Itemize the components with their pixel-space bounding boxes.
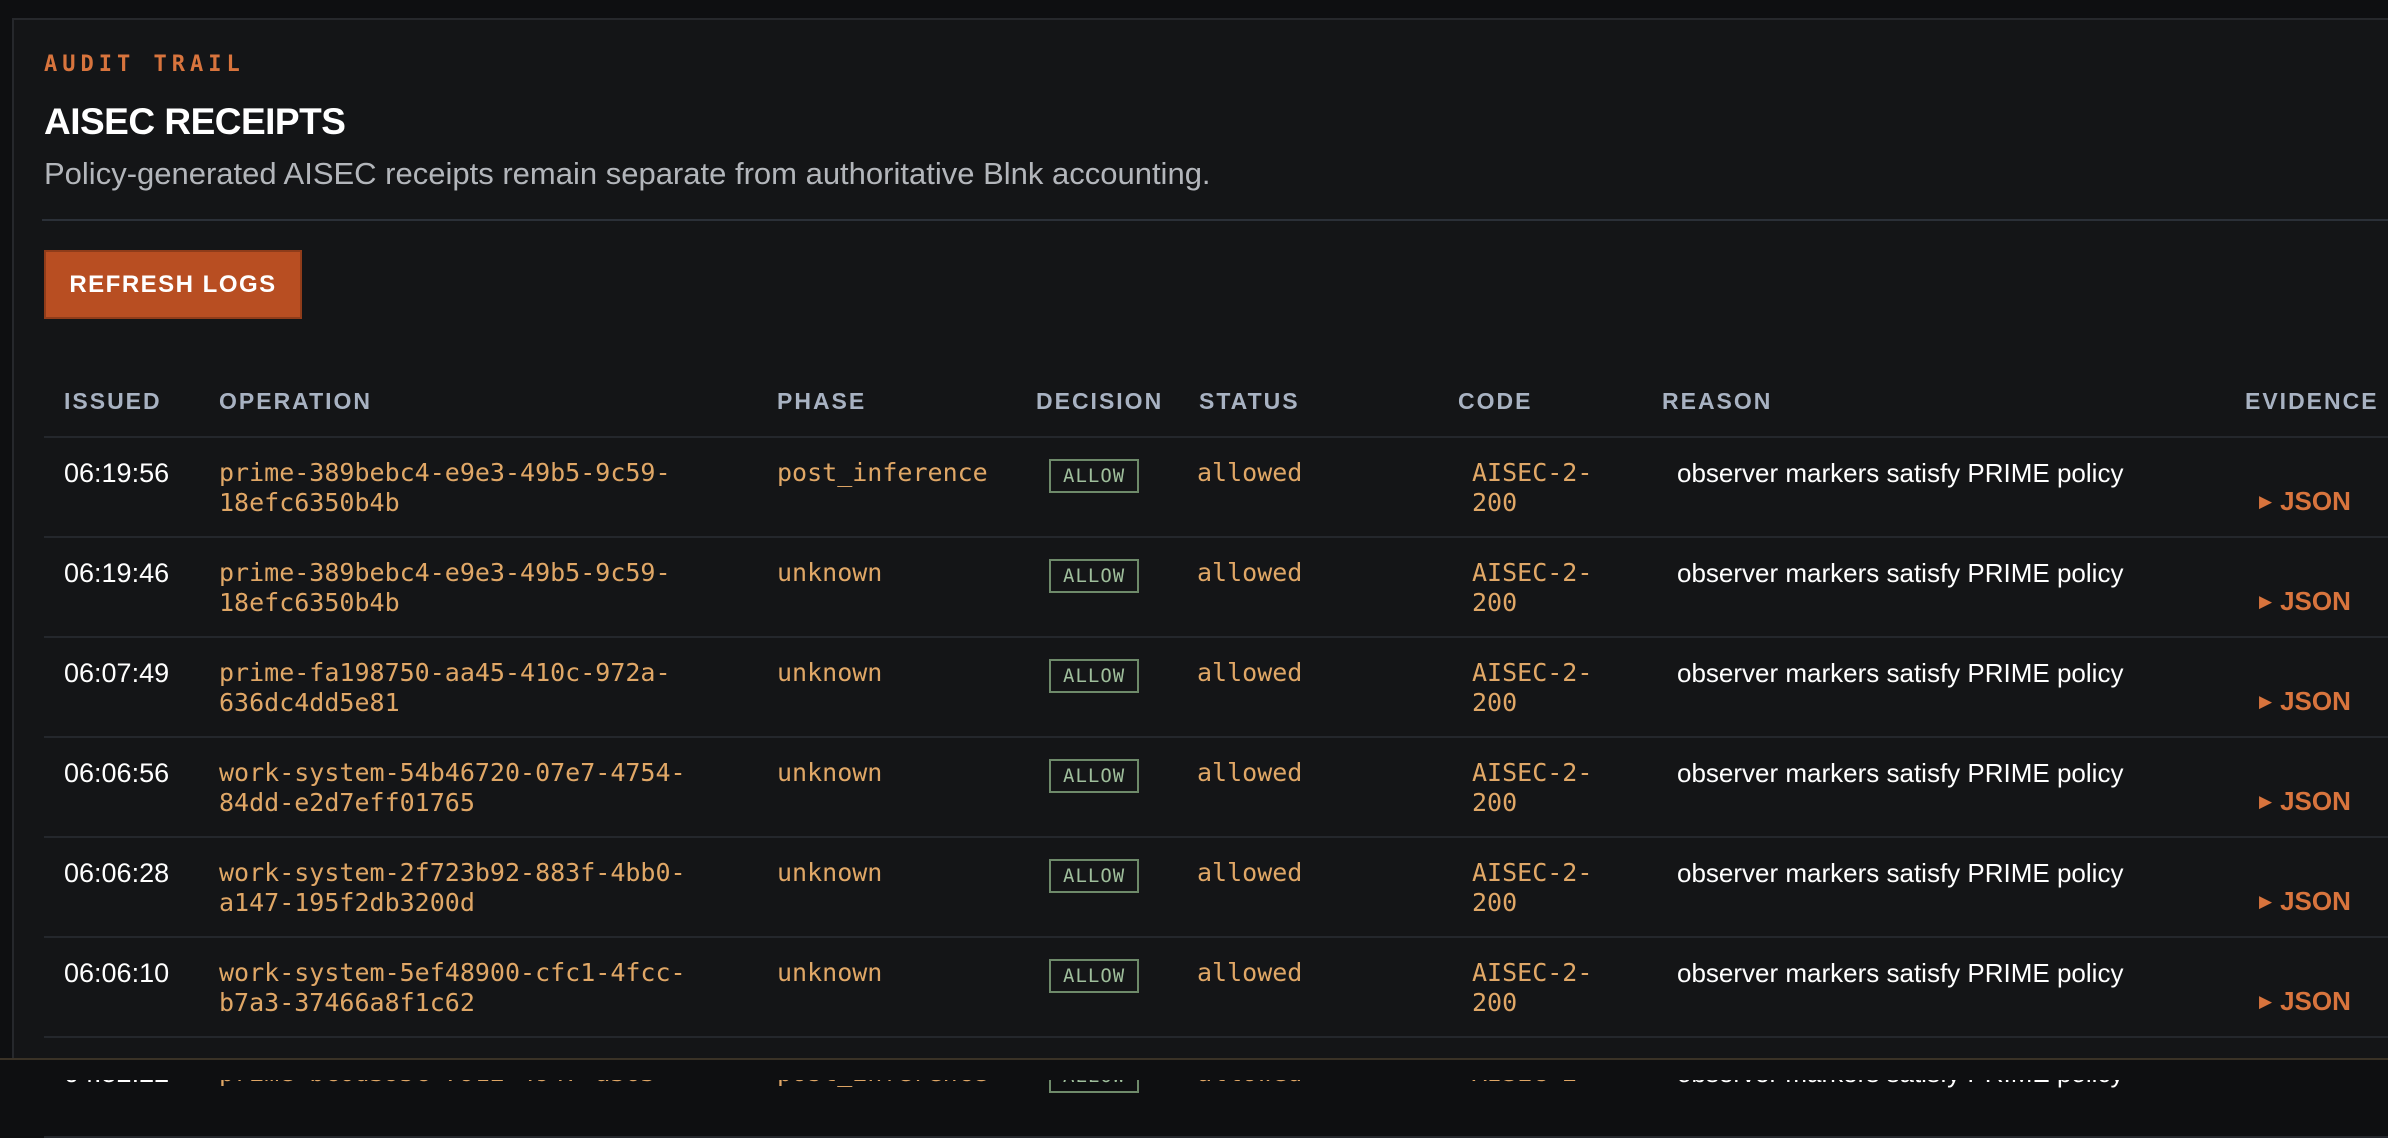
table-row: 06:06:10 work-system-5ef48900-cfc1-4fcc- …: [44, 938, 2388, 1038]
operation-id: prime-fa198750-aa45-410c-972a- 636dc4dd5…: [219, 658, 671, 717]
operation-id: work-system-5ef48900-cfc1-4fcc- b7a3-374…: [219, 958, 686, 1017]
receipts-table: ISSUED OPERATION PHASE DECISION STATUS C…: [44, 366, 2388, 1138]
reason-text: observer markers satisfy PRIME policy: [1677, 458, 2124, 488]
bottom-edge: [0, 1058, 2388, 1080]
phase-value: unknown: [777, 958, 883, 987]
phase-value: unknown: [777, 558, 883, 587]
reason-text: observer markers satisfy PRIME policy: [1677, 758, 2124, 788]
panel-header: AUDIT TRAIL AISEC RECEIPTS Policy-genera…: [44, 50, 2388, 194]
triangle-right-icon: ▶: [2259, 492, 2273, 511]
column-header-operation: OPERATION: [219, 388, 373, 414]
reason-text: observer markers satisfy PRIME policy: [1677, 658, 2124, 688]
column-header-evidence: EVIDENCE: [2245, 388, 2379, 414]
evidence-label: JSON: [2280, 586, 2351, 616]
table-row: 06:07:49 prime-fa198750-aa45-410c-972a- 6…: [44, 638, 2388, 738]
page-title: AISEC RECEIPTS: [44, 101, 346, 142]
operation-id: work-system-54b46720-07e7-4754- 84dd-e2d…: [219, 758, 686, 817]
code-value: AISEC-2- 200: [1472, 958, 1593, 1017]
table-row: 04:52:22prime-bc6d395c-7912-4947-a363-po…: [44, 1038, 2388, 1138]
operation-id: work-system-2f723b92-883f-4bb0- a147-195…: [219, 858, 686, 917]
decision-badge: ALLOW: [1049, 459, 1140, 493]
code-value: AISEC-2- 200: [1472, 658, 1593, 717]
decision-badge: ALLOW: [1049, 759, 1140, 793]
reason-text: observer markers satisfy PRIME policy: [1677, 958, 2124, 988]
reason-text: observer markers satisfy PRIME policy: [1677, 858, 2124, 888]
column-header-issued: ISSUED: [64, 388, 162, 414]
reason-text: observer markers satisfy PRIME policy: [1677, 558, 2124, 588]
status-value: allowed: [1197, 558, 1303, 587]
column-header-decision: DECISION: [1036, 388, 1164, 414]
status-value: allowed: [1197, 958, 1303, 987]
triangle-right-icon: ▶: [2259, 992, 2273, 1011]
evidence-json-toggle[interactable]: ▶ JSON: [2259, 686, 2351, 717]
evidence-label: JSON: [2280, 786, 2351, 816]
status-value: allowed: [1197, 658, 1303, 687]
code-value: AISEC-2- 200: [1472, 458, 1593, 517]
triangle-right-icon: ▶: [2259, 792, 2273, 811]
triangle-right-icon: ▶: [2259, 892, 2273, 911]
table-body: 06:19:56 prime-389bebc4-e9e3-49b5-9c59- 1…: [44, 438, 2388, 1138]
table-row: 06:19:46 prime-389bebc4-e9e3-49b5-9c59- 1…: [44, 538, 2388, 638]
triangle-right-icon: ▶: [2259, 692, 2273, 711]
eyebrow-label: AUDIT TRAIL: [44, 52, 245, 77]
column-header-phase: PHASE: [777, 388, 867, 414]
page-subtitle: Policy-generated AISEC receipts remain s…: [44, 156, 1211, 191]
operation-id: prime-389bebc4-e9e3-49b5-9c59- 18efc6350…: [219, 558, 671, 617]
status-value: allowed: [1197, 458, 1303, 487]
phase-value: post_inference: [777, 458, 988, 487]
status-value: allowed: [1197, 758, 1303, 787]
table-row: 06:06:28 work-system-2f723b92-883f-4bb0- …: [44, 838, 2388, 938]
decision-badge: ALLOW: [1049, 559, 1140, 593]
issued-time: 06:07:49: [64, 658, 170, 688]
evidence-json-toggle[interactable]: ▶ JSON: [2259, 786, 2351, 817]
evidence-label: JSON: [2280, 986, 2351, 1016]
triangle-right-icon: ▶: [2259, 592, 2273, 611]
phase-value: unknown: [777, 858, 883, 887]
operation-id: prime-389bebc4-e9e3-49b5-9c59- 18efc6350…: [219, 458, 671, 517]
evidence-label: JSON: [2280, 886, 2351, 916]
table-row: 06:06:56 work-system-54b46720-07e7-4754- …: [44, 738, 2388, 838]
issued-time: 06:06:56: [64, 758, 170, 788]
evidence-label: JSON: [2280, 486, 2351, 516]
phase-value: unknown: [777, 758, 883, 787]
column-header-reason: REASON: [1662, 388, 1773, 414]
code-value: AISEC-2- 200: [1472, 758, 1593, 817]
issued-time: 06:19:56: [64, 458, 170, 488]
evidence-json-toggle[interactable]: ▶ JSON: [2259, 986, 2351, 1017]
column-header-status: STATUS: [1199, 388, 1300, 414]
table-row: 06:19:56 prime-389bebc4-e9e3-49b5-9c59- 1…: [44, 438, 2388, 538]
code-value: AISEC-2- 200: [1472, 858, 1593, 917]
header-divider: [42, 219, 2388, 221]
decision-badge: ALLOW: [1049, 959, 1140, 993]
decision-badge: ALLOW: [1049, 859, 1140, 893]
column-header-code: CODE: [1458, 388, 1533, 414]
table-header: ISSUED OPERATION PHASE DECISION STATUS C…: [44, 366, 2388, 438]
phase-value: unknown: [777, 658, 883, 687]
decision-badge: ALLOW: [1049, 659, 1140, 693]
issued-time: 06:06:28: [64, 858, 170, 888]
evidence-json-toggle[interactable]: ▶ JSON: [2259, 886, 2351, 917]
evidence-label: JSON: [2280, 686, 2351, 716]
issued-time: 06:06:10: [64, 958, 170, 988]
status-value: allowed: [1197, 858, 1303, 887]
evidence-json-toggle[interactable]: ▶ JSON: [2259, 586, 2351, 617]
issued-time: 06:19:46: [64, 558, 170, 588]
code-value: AISEC-2- 200: [1472, 558, 1593, 617]
refresh-logs-button[interactable]: REFRESH LOGS: [44, 250, 302, 319]
evidence-json-toggle[interactable]: ▶ JSON: [2259, 486, 2351, 517]
